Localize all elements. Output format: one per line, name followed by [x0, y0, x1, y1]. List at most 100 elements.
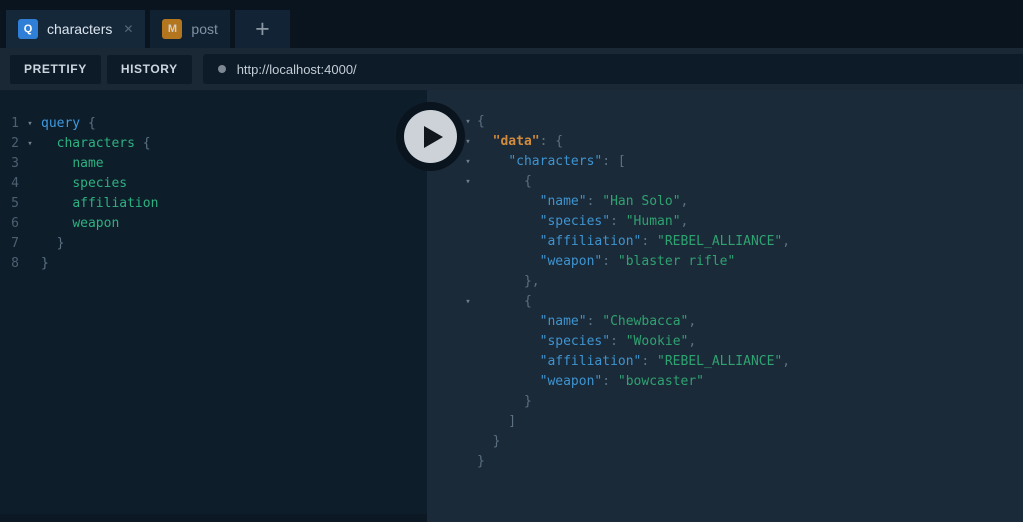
- code-line: "affiliation": "REBEL_ALLIANCE",: [427, 352, 1023, 372]
- top-toolbar: PRETTIFY HISTORY http://localhost:4000/: [0, 48, 1023, 90]
- code-text: query {: [41, 116, 96, 131]
- tab-post[interactable]: M post: [150, 10, 230, 48]
- code-text: "affiliation": "REBEL_ALLIANCE",: [539, 234, 791, 249]
- code-text: {: [477, 174, 532, 189]
- code-text: "species": "Human",: [539, 214, 689, 229]
- code-text: }: [41, 256, 49, 271]
- code-line: }: [427, 452, 1023, 472]
- query-editor-lines: 1 ▾ query {2 ▾ characters {3 name 4 species 5…: [0, 114, 427, 274]
- code-line: 2 ▾ characters {: [0, 134, 427, 154]
- fold-arrow-icon[interactable]: ▾: [459, 172, 477, 192]
- code-line: "affiliation": "REBEL_ALLIANCE",: [427, 232, 1023, 252]
- line-number: 5: [11, 196, 19, 211]
- code-line: "name": "Han Solo",: [427, 192, 1023, 212]
- code-line: ▾ {: [427, 292, 1023, 312]
- tab-label: post: [191, 21, 218, 37]
- line-number: 6: [11, 216, 19, 231]
- line-number: 8: [11, 256, 19, 271]
- code-line: 6 weapon: [0, 214, 427, 234]
- code-line: }: [427, 432, 1023, 452]
- code-text: "species": "Wookie",: [539, 334, 697, 349]
- code-text: name: [72, 156, 104, 171]
- response-lines: ▾{▾ "data": {▾ "characters": [▾ { "name"…: [427, 112, 1023, 472]
- code-line: "weapon": "blaster rifle": [427, 252, 1023, 272]
- code-line: 8}: [0, 254, 427, 274]
- code-line: 1 ▾ query {: [0, 114, 427, 134]
- code-text: {: [477, 114, 485, 129]
- code-line: ]: [427, 412, 1023, 432]
- prettify-button[interactable]: PRETTIFY: [10, 54, 101, 84]
- code-text: },: [477, 274, 540, 289]
- code-text: weapon: [72, 216, 120, 231]
- plus-icon: +: [255, 14, 270, 43]
- code-text: "affiliation": "REBEL_ALLIANCE",: [539, 354, 791, 369]
- execute-button[interactable]: [396, 102, 465, 171]
- fold-arrow-icon[interactable]: ▾: [19, 114, 41, 134]
- code-line: 7 }: [0, 234, 427, 254]
- line-number: 1: [11, 116, 19, 131]
- code-text: "data": {: [492, 134, 564, 149]
- endpoint-url-bar[interactable]: http://localhost:4000/: [202, 54, 1023, 84]
- code-line: "weapon": "bowcaster": [427, 372, 1023, 392]
- query-variables-strip[interactable]: [0, 514, 427, 522]
- line-number: 4: [11, 176, 19, 191]
- code-line: "species": "Wookie",: [427, 332, 1023, 352]
- code-line: ▾ {: [427, 172, 1023, 192]
- code-line: "name": "Chewbacca",: [427, 312, 1023, 332]
- fold-arrow-icon[interactable]: ▾: [19, 134, 41, 154]
- tab-label: characters: [47, 21, 113, 37]
- code-text: characters {: [56, 136, 151, 151]
- play-icon: [423, 125, 443, 148]
- code-text: }: [477, 394, 532, 409]
- mutation-badge-icon: M: [162, 19, 183, 39]
- endpoint-status-dot-icon: [217, 65, 226, 73]
- fold-arrow-icon[interactable]: ▾: [459, 292, 477, 312]
- history-button[interactable]: HISTORY: [106, 54, 192, 84]
- tab-characters[interactable]: Q characters ✕: [6, 10, 146, 48]
- code-text: ]: [477, 414, 517, 429]
- code-line: "species": "Human",: [427, 212, 1023, 232]
- code-text: }: [477, 454, 485, 469]
- code-line: ▾ "data": {: [427, 132, 1023, 152]
- close-tab-icon[interactable]: ✕: [123, 22, 133, 36]
- code-text: "weapon": "blaster rifle": [539, 254, 736, 269]
- line-number: 3: [11, 156, 19, 171]
- line-number: 7: [11, 236, 19, 251]
- code-text: "characters": [: [508, 154, 626, 169]
- code-text: {: [477, 294, 532, 309]
- response-pane: ▾{▾ "data": {▾ "characters": [▾ { "name"…: [427, 90, 1023, 522]
- execute-button-face: [404, 110, 457, 163]
- code-text: species: [72, 176, 128, 191]
- fold-arrow-icon[interactable]: ▾: [459, 152, 477, 172]
- endpoint-url: http://localhost:4000/: [236, 61, 357, 77]
- query-editor-pane[interactable]: 1 ▾ query {2 ▾ characters {3 name 4 species 5…: [0, 90, 427, 522]
- code-text: "name": "Han Solo",: [539, 194, 689, 209]
- code-text: "name": "Chewbacca",: [539, 314, 697, 329]
- code-line: 3 name: [0, 154, 427, 174]
- code-text: affiliation: [72, 196, 159, 211]
- query-badge-icon: Q: [18, 19, 38, 39]
- line-number: 2: [11, 136, 19, 151]
- new-tab-button[interactable]: +: [234, 10, 290, 48]
- code-line: 5 affiliation: [0, 194, 427, 214]
- code-line: },: [427, 272, 1023, 292]
- code-text: }: [41, 236, 65, 251]
- code-line: ▾{: [427, 112, 1023, 132]
- code-line: ▾ "characters": [: [427, 152, 1023, 172]
